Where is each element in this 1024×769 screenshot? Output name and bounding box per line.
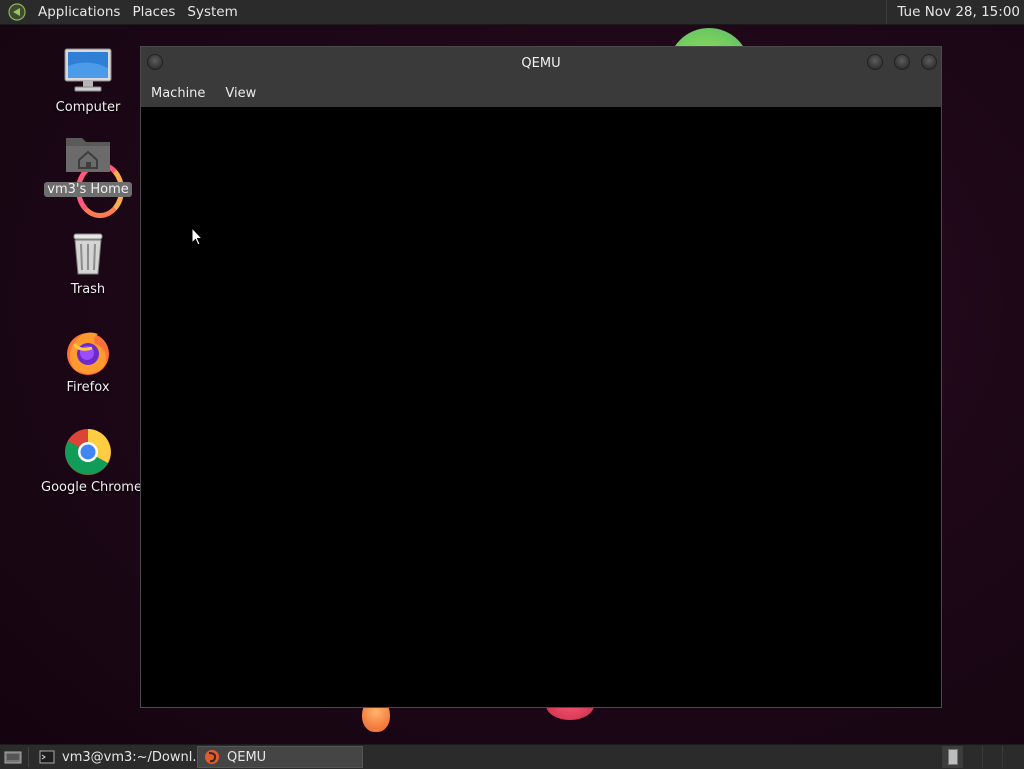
- firefox-icon: [67, 332, 109, 375]
- panel-separator: [28, 747, 29, 767]
- qemu-icon: [205, 750, 219, 764]
- desktop-icon-chrome[interactable]: Google Chrome: [38, 426, 142, 495]
- mate-logo-icon[interactable]: [8, 3, 26, 21]
- desktop-icon-label: Trash: [70, 282, 106, 297]
- show-desktop-icon: [4, 751, 22, 764]
- menu-machine[interactable]: Machine: [141, 86, 215, 101]
- clock[interactable]: Tue Nov 28, 15:00: [886, 0, 1024, 24]
- desktop-icon-label: Computer: [55, 100, 121, 115]
- desktop-icon-label: Firefox: [66, 380, 110, 395]
- taskbar-item-qemu[interactable]: QEMU: [197, 746, 363, 768]
- window-menu-button[interactable]: [147, 54, 163, 70]
- workspace-4[interactable]: [1002, 746, 1022, 768]
- qemu-window[interactable]: QEMU Machine View: [140, 46, 942, 708]
- window-menubar: Machine View: [141, 79, 941, 108]
- computer-icon: [64, 48, 112, 92]
- desktop-icon-home[interactable]: vm3's Home: [38, 128, 138, 197]
- home-folder-icon: [66, 138, 110, 172]
- workspace-switcher[interactable]: [942, 746, 1022, 768]
- mouse-pointer-icon: [191, 227, 203, 246]
- places-menu[interactable]: Places: [126, 0, 181, 24]
- applications-menu[interactable]: Applications: [32, 0, 126, 24]
- vm-display[interactable]: [141, 107, 941, 707]
- desktop-icon-label: vm3's Home: [44, 182, 132, 197]
- taskbar-item-label: vm3@vm3:~/Downl...: [62, 749, 205, 765]
- bottom-panel: vm3@vm3:~/Downl... QEMU: [0, 744, 1024, 769]
- desktop-icon-label: Google Chrome: [41, 480, 142, 495]
- workspace-1[interactable]: [942, 746, 962, 768]
- desktop-icon-computer[interactable]: Computer: [38, 46, 138, 115]
- workspace-3[interactable]: [982, 746, 1002, 768]
- system-menu[interactable]: System: [181, 0, 243, 24]
- taskbar-item-terminal[interactable]: vm3@vm3:~/Downl...: [33, 746, 205, 768]
- show-desktop-button[interactable]: [2, 748, 24, 766]
- desktop-icon-trash[interactable]: Trash: [38, 228, 138, 297]
- taskbar-item-label: QEMU: [227, 749, 267, 765]
- menu-view[interactable]: View: [215, 86, 266, 101]
- chrome-icon: [65, 429, 111, 475]
- trash-icon: [73, 233, 103, 275]
- minimize-button[interactable]: [867, 54, 883, 70]
- top-panel: Applications Places System Tue Nov 28, 1…: [0, 0, 1024, 25]
- window-title: QEMU: [521, 55, 561, 71]
- terminal-icon: [39, 750, 55, 764]
- window-titlebar[interactable]: QEMU: [141, 47, 941, 79]
- desktop-icon-firefox[interactable]: Firefox: [38, 326, 138, 395]
- workspace-2[interactable]: [962, 746, 982, 768]
- maximize-button[interactable]: [894, 54, 910, 70]
- close-button[interactable]: [921, 54, 937, 70]
